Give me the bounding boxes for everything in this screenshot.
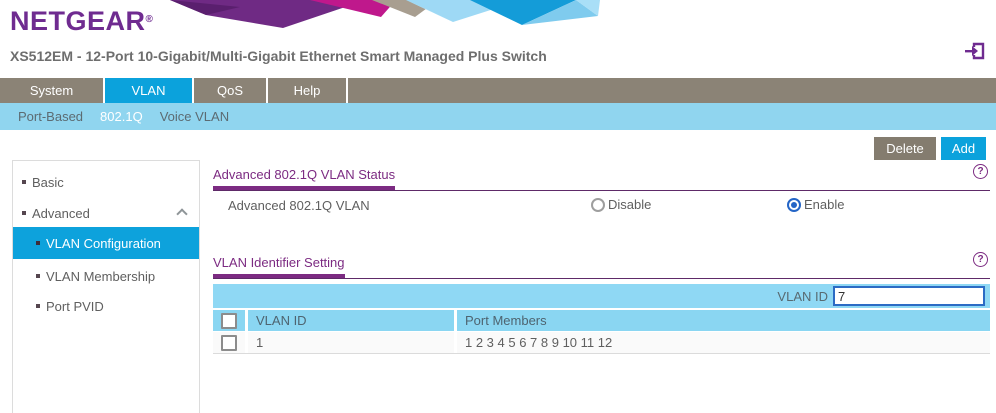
- sidebar-item-label: Port PVID: [46, 298, 104, 314]
- sidebar-item-vlan-configuration[interactable]: VLAN Configuration: [13, 227, 199, 259]
- radio-enable[interactable]: [787, 197, 801, 212]
- row-checkbox[interactable]: [221, 334, 237, 351]
- registered-mark: ®: [145, 14, 154, 25]
- bullet-icon: [36, 304, 40, 308]
- sidebar-item-label: VLAN Membership: [46, 268, 156, 284]
- column-header-port-members: Port Members: [457, 310, 990, 331]
- table-header-row: VLAN ID Port Members: [213, 310, 990, 331]
- banner-art: [170, 0, 600, 28]
- bullet-icon: [22, 180, 26, 184]
- subnav-item-port-based[interactable]: Port-Based: [18, 109, 83, 124]
- bullet-icon: [36, 241, 40, 245]
- sub-nav: Port-Based 802.1Q Voice VLAN: [0, 103, 996, 130]
- subnav-item-8021q[interactable]: 802.1Q: [100, 109, 143, 124]
- subnav-item-voice-vlan[interactable]: Voice VLAN: [160, 109, 229, 124]
- identifier-section-header: VLAN Identifier Setting ?: [213, 252, 990, 279]
- logout-icon[interactable]: [964, 42, 986, 60]
- radio-group-disable: Disable: [591, 197, 651, 212]
- column-header-vlan-id: VLAN ID: [248, 310, 454, 331]
- radio-disable[interactable]: [591, 197, 605, 212]
- row-checkbox-cell: [213, 332, 245, 353]
- radio-group-enable: Enable: [787, 197, 844, 212]
- sidebar-item-advanced[interactable]: Advanced: [13, 204, 199, 222]
- radio-disable-label: Disable: [608, 197, 652, 212]
- tab-qos[interactable]: QoS: [194, 78, 266, 103]
- sidebar: Basic Advanced VLAN Configuration VLAN M…: [12, 160, 200, 413]
- vlan-id-input[interactable]: [833, 286, 985, 306]
- status-section-title: Advanced 802.1Q VLAN Status: [213, 167, 396, 190]
- netgear-logo: NETGEAR®: [10, 6, 153, 35]
- row-port-members: 1 2 3 4 5 6 7 8 9 10 11 12: [457, 332, 990, 353]
- help-icon[interactable]: ?: [973, 252, 988, 267]
- vlan-id-label: VLAN ID: [777, 288, 828, 304]
- add-button[interactable]: Add: [941, 137, 986, 160]
- status-form-row: Advanced 802.1Q VLAN Disable Enable: [213, 197, 990, 213]
- radio-enable-label: Enable: [804, 197, 845, 212]
- main-nav: System VLAN QoS Help: [0, 78, 996, 103]
- sidebar-item-label: Advanced: [32, 205, 90, 221]
- tab-help[interactable]: Help: [268, 78, 346, 103]
- table-row: 1 1 2 3 4 5 6 7 8 9 10 11 12: [213, 332, 990, 354]
- vlan-id-toolbar: VLAN ID: [213, 284, 990, 308]
- sidebar-item-port-pvid[interactable]: Port PVID: [13, 297, 199, 315]
- sidebar-item-vlan-membership[interactable]: VLAN Membership: [13, 267, 199, 285]
- tab-system[interactable]: System: [0, 78, 103, 103]
- select-all-checkbox[interactable]: [221, 312, 237, 329]
- page-title: XS512EM - 12-Port 10-Gigabit/Multi-Gigab…: [10, 48, 547, 64]
- delete-button[interactable]: Delete: [874, 137, 936, 160]
- sidebar-item-label: Basic: [32, 174, 64, 190]
- tab-vlan[interactable]: VLAN: [105, 78, 192, 103]
- bullet-icon: [36, 274, 40, 278]
- netgear-logo-text: NETGEAR: [10, 6, 146, 36]
- help-icon[interactable]: ?: [973, 164, 988, 179]
- row-vlan-id: 1: [248, 332, 454, 353]
- nav-filler: [348, 78, 996, 103]
- status-section-header: Advanced 802.1Q VLAN Status ?: [213, 164, 990, 191]
- identifier-section-title: VLAN Identifier Setting: [213, 255, 345, 278]
- sidebar-item-label: VLAN Configuration: [46, 235, 161, 251]
- advanced-vlan-field-label: Advanced 802.1Q VLAN: [228, 198, 370, 213]
- table-header-checkbox-cell: [213, 310, 245, 331]
- bullet-icon: [22, 211, 26, 215]
- sidebar-item-basic[interactable]: Basic: [13, 173, 199, 191]
